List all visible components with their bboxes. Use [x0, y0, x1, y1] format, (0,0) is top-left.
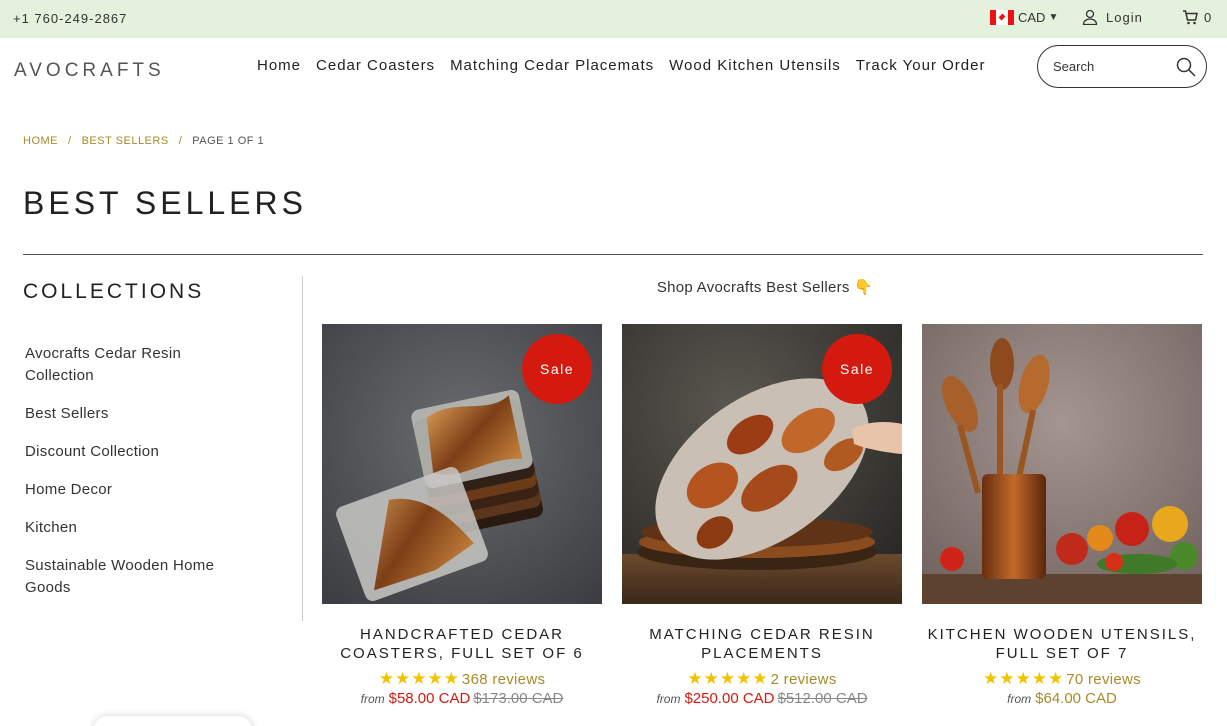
product-title[interactable]: HANDCRAFTED CEDAR COASTERS, FULL SET OF …: [322, 625, 602, 663]
login-link[interactable]: Login: [1082, 9, 1143, 25]
product-price: from $250.00 CAD $512.00 CAD: [622, 690, 902, 707]
main-nav: Home Cedar Coasters Matching Cedar Place…: [257, 57, 1000, 74]
page-title: BEST SELLERS: [23, 185, 307, 221]
currency-selector[interactable]: CAD ▼: [990, 10, 1058, 25]
star-rating-icon: ★★★★★: [687, 669, 769, 688]
caret-down-icon: ▼: [1048, 12, 1059, 23]
price-from-label: from: [1007, 692, 1032, 706]
sale-price: $58.00 CAD: [388, 690, 471, 707]
user-icon: [1082, 9, 1098, 25]
nav-matching-cedar-placemats[interactable]: Matching Cedar Placemats: [450, 57, 654, 74]
product-card: Sale HANDCRAFTED CEDAR COASTERS, FULL SE…: [322, 324, 602, 707]
breadcrumb: HOME / BEST SELLERS / PAGE 1 OF 1: [23, 135, 264, 147]
chat-widget[interactable]: [93, 716, 253, 726]
product-price: from $58.00 CAD $173.00 CAD: [322, 690, 602, 707]
login-label: Login: [1106, 9, 1143, 25]
product-rating[interactable]: ★★★★★ 2 reviews: [622, 669, 902, 689]
breadcrumb-separator: /: [178, 135, 183, 147]
price-from-label: from: [656, 692, 681, 706]
nav-home[interactable]: Home: [257, 57, 301, 74]
star-rating-icon: ★★★★★: [378, 669, 460, 688]
sidebar-divider: [302, 276, 303, 621]
product-card: KITCHEN WOODEN UTENSILS, FULL SET OF 7 ★…: [922, 324, 1202, 707]
review-count: 2 reviews: [770, 671, 837, 688]
divider: [23, 254, 1203, 255]
product-title[interactable]: MATCHING CEDAR RESIN PLACEMENTS: [622, 625, 902, 663]
cart-icon: [1183, 10, 1198, 25]
canada-flag-icon: [990, 10, 1014, 25]
collection-link[interactable]: Best Sellers: [25, 403, 245, 425]
search-icon[interactable]: [1176, 57, 1196, 77]
search-input[interactable]: [1053, 59, 1163, 74]
sale-badge: Sale: [822, 334, 892, 404]
collection-link[interactable]: Sustainable Wooden Home Goods: [25, 555, 245, 599]
cart-link[interactable]: 0: [1182, 9, 1211, 25]
collection-link[interactable]: Avocrafts Cedar Resin Collection: [25, 343, 245, 387]
currency-code: CAD: [1018, 10, 1046, 25]
review-count: 70 reviews: [1066, 671, 1141, 688]
nav-cedar-coasters[interactable]: Cedar Coasters: [316, 57, 435, 74]
collections-list: Avocrafts Cedar Resin Collection Best Se…: [25, 343, 245, 615]
breadcrumb-home[interactable]: HOME: [23, 135, 58, 147]
collection-link[interactable]: Home Decor: [25, 479, 245, 501]
review-count: 368 reviews: [461, 671, 546, 688]
breadcrumb-best-sellers[interactable]: BEST SELLERS: [82, 135, 169, 147]
nav-track-your-order[interactable]: Track Your Order: [856, 57, 986, 74]
breadcrumb-current: PAGE 1 OF 1: [192, 135, 265, 147]
sale-price: $250.00 CAD: [684, 690, 775, 707]
search-box: [1037, 45, 1207, 88]
product-image[interactable]: Sale: [622, 324, 902, 604]
compare-price: $512.00 CAD: [777, 690, 868, 707]
product-image[interactable]: Sale: [322, 324, 602, 604]
product-price: from $64.00 CAD: [922, 690, 1202, 707]
collection-link[interactable]: Discount Collection: [25, 441, 245, 463]
site-logo[interactable]: AVOCRAFTS: [14, 60, 165, 82]
nav-wood-kitchen-utensils[interactable]: Wood Kitchen Utensils: [669, 57, 841, 74]
product-card: Sale MATCHING CEDAR RESIN PLACEMENTS ★★★…: [622, 324, 902, 707]
utensils-image: [922, 324, 1202, 604]
collection-link[interactable]: Kitchen: [25, 517, 245, 539]
price-from-label: from: [360, 692, 385, 706]
breadcrumb-separator: /: [68, 135, 72, 147]
product-image[interactable]: [922, 324, 1202, 604]
product-rating[interactable]: ★★★★★ 70 reviews: [922, 669, 1202, 689]
product-price-value: $64.00 CAD: [1035, 690, 1117, 707]
announcement-bar: +1 760-249-2867 CAD ▼ Login 0: [0, 0, 1227, 38]
product-rating[interactable]: ★★★★★ 368 reviews: [322, 669, 602, 689]
phone-number[interactable]: +1 760-249-2867: [13, 11, 127, 26]
compare-price: $173.00 CAD: [473, 690, 564, 707]
collection-intro: Shop Avocrafts Best Sellers 👇: [656, 279, 874, 296]
cart-count: 0: [1204, 9, 1212, 25]
sale-badge: Sale: [522, 334, 592, 404]
product-title[interactable]: KITCHEN WOODEN UTENSILS, FULL SET OF 7: [922, 625, 1202, 663]
star-rating-icon: ★★★★★: [983, 669, 1065, 688]
collections-heading: COLLECTIONS: [23, 280, 205, 303]
